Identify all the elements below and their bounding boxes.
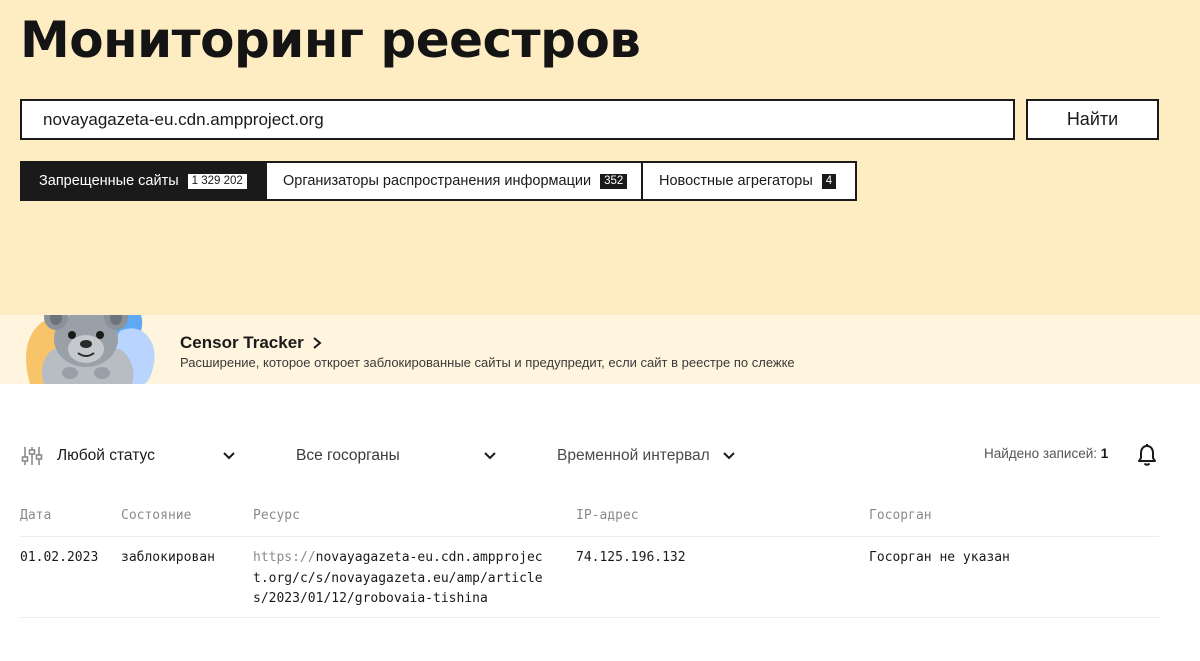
agency-filter-dropdown[interactable]: Все госорганы bbox=[296, 444, 501, 468]
registry-table: Дата Состояние Ресурс IP-адрес Госорган … bbox=[20, 500, 1159, 618]
promo-description: Расширение, которое откроет заблокирован… bbox=[180, 355, 795, 370]
column-header-ip: IP-адрес bbox=[576, 508, 639, 523]
quokka-illustration bbox=[26, 315, 155, 384]
column-header-date: Дата bbox=[20, 508, 52, 523]
interval-filter-value: Временной интервал bbox=[557, 447, 710, 464]
resource-link[interactable]: https://novayagazeta-eu.cdn.ampproject.o… bbox=[253, 548, 553, 610]
table-header: Дата Состояние Ресурс IP-адрес Госорган bbox=[20, 500, 1159, 537]
search-input[interactable] bbox=[20, 99, 1015, 140]
chevron-down-icon bbox=[223, 452, 235, 460]
tab-count-badge: 352 bbox=[600, 173, 628, 189]
tab-count-badge: 1 329 202 bbox=[187, 173, 247, 189]
chevron-down-icon bbox=[484, 452, 496, 460]
hero-section: Мониторинг реестров Найти Запрещенные са… bbox=[0, 0, 1200, 315]
resource-scheme: https:// bbox=[253, 550, 316, 565]
promo-title: Censor Tracker bbox=[180, 333, 304, 352]
status-filter-value: Любой статус bbox=[57, 447, 155, 464]
chevron-down-icon bbox=[723, 452, 735, 460]
column-header-state: Состояние bbox=[121, 508, 192, 523]
tab-count-badge: 4 bbox=[821, 173, 837, 189]
tab-label: Организаторы распространения информации bbox=[283, 173, 592, 189]
status-filter-dropdown[interactable]: Любой статус bbox=[57, 444, 242, 468]
tab-label: Новостные агрегаторы bbox=[659, 173, 813, 189]
cell-state: заблокирован bbox=[121, 550, 215, 565]
filter-bar: Любой статус Все госорганы Временной инт… bbox=[0, 436, 1200, 474]
cell-agency: Госорган не указан bbox=[869, 550, 1010, 565]
column-header-resource: Ресурс bbox=[253, 508, 300, 523]
censor-tracker-link[interactable]: Censor Tracker bbox=[180, 333, 322, 353]
interval-filter-dropdown[interactable]: Временной интервал bbox=[557, 444, 742, 468]
tab-banned-sites[interactable]: Запрещенные сайты 1 329 202 bbox=[20, 161, 267, 201]
cell-resource: https://novayagazeta-eu.cdn.ampproject.o… bbox=[253, 548, 563, 610]
registry-tabs: Запрещенные сайты 1 329 202 Организаторы… bbox=[20, 161, 857, 201]
table-row: 01.02.2023 заблокирован https://novayaga… bbox=[20, 537, 1159, 618]
tab-info-organizers[interactable]: Организаторы распространения информации … bbox=[265, 161, 643, 201]
bell-icon[interactable] bbox=[1136, 443, 1158, 467]
search-button[interactable]: Найти bbox=[1026, 99, 1159, 140]
tab-news-aggregators[interactable]: Новостные агрегаторы 4 bbox=[641, 161, 857, 201]
cell-date: 01.02.2023 bbox=[20, 550, 99, 565]
column-header-agency: Госорган bbox=[869, 508, 932, 523]
records-found-count: 1 bbox=[1100, 446, 1109, 461]
tab-label: Запрещенные сайты bbox=[39, 173, 179, 189]
records-found: Найдено записей: 1 bbox=[984, 446, 1108, 461]
sliders-icon[interactable] bbox=[20, 444, 44, 468]
agency-filter-value: Все госорганы bbox=[296, 447, 400, 464]
records-found-label: Найдено записей: bbox=[984, 446, 1097, 461]
chevron-right-icon bbox=[313, 337, 322, 349]
page-title: Мониторинг реестров bbox=[20, 11, 641, 69]
censor-tracker-banner[interactable]: Censor Tracker Расширение, которое откро… bbox=[0, 315, 1200, 384]
cell-ip: 74.125.196.132 bbox=[576, 550, 686, 565]
